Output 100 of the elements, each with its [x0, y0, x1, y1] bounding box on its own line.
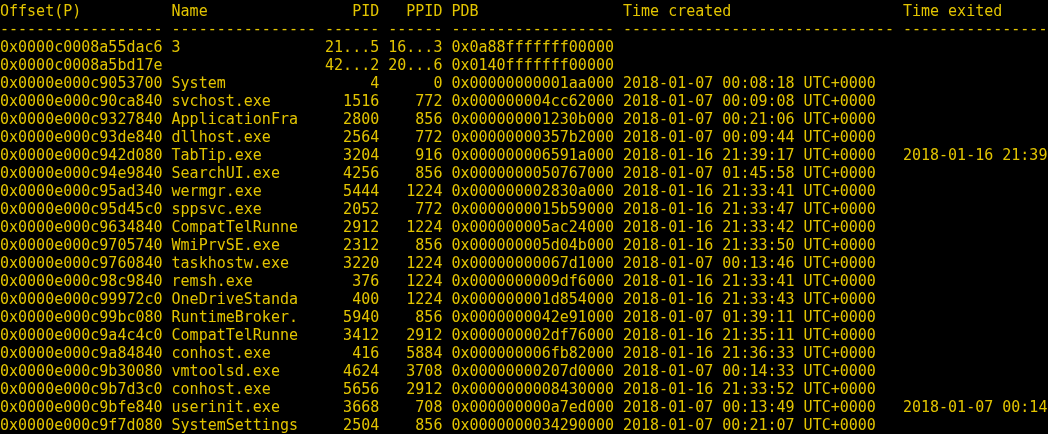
- table-cell: 0x0000e000c942d080: [0, 146, 163, 164]
- table-cell: 3708: [406, 362, 443, 380]
- table-cell: 2018-01-16 21:39:17 UTC+0000: [623, 146, 876, 164]
- table-cell: 4: [370, 74, 380, 92]
- table-cell: taskhostw.exe: [171, 254, 289, 272]
- column-header: Time created: [623, 2, 732, 20]
- table-cell: 2018-01-07 01:39:11 UTC+0000: [623, 308, 876, 326]
- table-cell: 2018-01-16 21:33:42 UTC+0000: [623, 218, 876, 236]
- table-cell: 0x000000002df76000: [451, 326, 614, 344]
- table-cell: SearchUI.exe: [171, 164, 280, 182]
- column-rule: ------------------: [451, 20, 614, 38]
- table-cell: 5884: [406, 344, 443, 362]
- table-cell: 0x0000000034290000: [451, 416, 614, 434]
- table-cell: 856: [415, 164, 443, 182]
- table-cell: 0x0000e000c98c9840: [0, 272, 163, 290]
- table-cell: vmtoolsd.exe: [171, 362, 280, 380]
- table-cell: 0x0000e000c9053700: [0, 74, 163, 92]
- table-cell: 2018-01-16 21:39: [902, 146, 1048, 164]
- table-cell: 0x000000006591a000: [451, 146, 614, 164]
- table-cell: remsh.exe: [171, 272, 253, 290]
- table-cell: 2018-01-16 21:33:52 UTC+0000: [623, 380, 876, 398]
- table-cell: 0x0a88fffffff00000: [451, 38, 614, 56]
- table-cell: 0x000000006fb82000: [451, 344, 614, 362]
- table-cell: 0x0000e000c9634840: [0, 218, 163, 236]
- table-cell: 2018-01-07 00:14: [902, 398, 1048, 416]
- table-cell: 400: [352, 290, 380, 308]
- table-cell: 1224: [406, 218, 443, 236]
- table-cell: TabTip.exe: [171, 146, 262, 164]
- table-cell: 0x00000000067d1000: [451, 254, 614, 272]
- table-cell: ApplicationFra: [171, 110, 298, 128]
- table-cell: 2018-01-16 21:33:47 UTC+0000: [623, 200, 876, 218]
- table-cell: 0x0000e000c9b30080: [0, 362, 163, 380]
- table-cell: 0x0000e000c9327840: [0, 110, 163, 128]
- table-cell: 0x0000000042e91000: [451, 308, 614, 326]
- table-cell: 856: [415, 236, 443, 254]
- table-cell: conhost.exe: [171, 380, 271, 398]
- table-cell: 2018-01-07 00:09:44 UTC+0000: [623, 128, 876, 146]
- table-cell: 0x0000e000c9a84840: [0, 344, 163, 362]
- table-cell: 856: [415, 110, 443, 128]
- table-cell: 0x0000000008430000: [451, 380, 614, 398]
- table-cell: 916: [415, 146, 443, 164]
- table-cell: 2912: [406, 380, 443, 398]
- table-cell: OneDriveStanda: [171, 290, 298, 308]
- table-cell: 42...2: [325, 56, 380, 74]
- table-cell: 2018-01-16 21:33:41 UTC+0000: [623, 182, 876, 200]
- table-cell: 5444: [343, 182, 380, 200]
- table-cell: 0x0000e000c9b7d3c0: [0, 380, 163, 398]
- table-cell: 0x0000e000c90ca840: [0, 92, 163, 110]
- column-rule: ------: [388, 20, 443, 38]
- table-cell: 0x0140fffffff00000: [451, 56, 614, 74]
- table-cell: 16...3: [388, 38, 443, 56]
- table-cell: dllhost.exe: [171, 128, 271, 146]
- table-cell: 20...6: [388, 56, 443, 74]
- table-cell: 2018-01-16 21:33:43 UTC+0000: [623, 290, 876, 308]
- table-cell: 0x0000000015b59000: [451, 200, 614, 218]
- column-header: PPID: [406, 2, 443, 20]
- table-cell: 0x0000e000c99bc080: [0, 308, 163, 326]
- table-cell: 0x0000c0008a55dac6: [0, 38, 163, 56]
- column-header: PID: [352, 2, 380, 20]
- table-cell: 0x00000000207d0000: [451, 362, 614, 380]
- table-cell: 0x0000e000c9f7d080: [0, 416, 163, 434]
- table-cell: 856: [415, 416, 443, 434]
- table-cell: 2504: [343, 416, 380, 434]
- table-cell: 0x0000000009df6000: [451, 272, 614, 290]
- table-cell: 0x000000001230b000: [451, 110, 614, 128]
- table-cell: 0x0000e000c95d45c0: [0, 200, 163, 218]
- table-cell: sppsvc.exe: [171, 200, 262, 218]
- table-cell: 2018-01-07 00:08:18 UTC+0000: [623, 74, 876, 92]
- table-cell: 2018-01-07 01:45:58 UTC+0000: [623, 164, 876, 182]
- table-cell: SystemSettings: [171, 416, 298, 434]
- table-cell: 376: [352, 272, 380, 290]
- table-cell: 0x00000000001aa000: [451, 74, 614, 92]
- table-cell: svchost.exe: [171, 92, 271, 110]
- table-cell: CompatTelRunne: [171, 326, 298, 344]
- table-cell: 2018-01-07 00:13:49 UTC+0000: [623, 398, 876, 416]
- column-rule: ----------------: [171, 20, 317, 38]
- table-cell: 0x000000000a7ed000: [451, 398, 614, 416]
- table-cell: 2800: [343, 110, 380, 128]
- table-cell: conhost.exe: [171, 344, 271, 362]
- table-cell: 2018-01-16 21:36:33 UTC+0000: [623, 344, 876, 362]
- table-cell: 2018-01-16 21:35:11 UTC+0000: [623, 326, 876, 344]
- table-cell: 1516: [343, 92, 380, 110]
- table-cell: 2018-01-07 00:21:06 UTC+0000: [623, 110, 876, 128]
- table-cell: 0x0000e000c99972c0: [0, 290, 163, 308]
- table-cell: 4256: [343, 164, 380, 182]
- table-cell: 0x000000005ac24000: [451, 218, 614, 236]
- column-rule: ----------------: [902, 20, 1048, 38]
- table-cell: 0x0000000050767000: [451, 164, 614, 182]
- column-header: Offset(P): [0, 2, 82, 20]
- table-cell: 1224: [406, 254, 443, 272]
- table-cell: 3220: [343, 254, 380, 272]
- column-header: Name: [171, 2, 208, 20]
- table-cell: 0: [433, 74, 443, 92]
- table-cell: 5940: [343, 308, 380, 326]
- table-cell: 2018-01-07 00:13:46 UTC+0000: [623, 254, 876, 272]
- table-cell: 3204: [343, 146, 380, 164]
- table-cell: 2018-01-07 00:09:08 UTC+0000: [623, 92, 876, 110]
- table-cell: 416: [352, 344, 380, 362]
- column-header: Time exited: [902, 2, 1003, 20]
- table-cell: 0x000000005d04b000: [451, 236, 614, 254]
